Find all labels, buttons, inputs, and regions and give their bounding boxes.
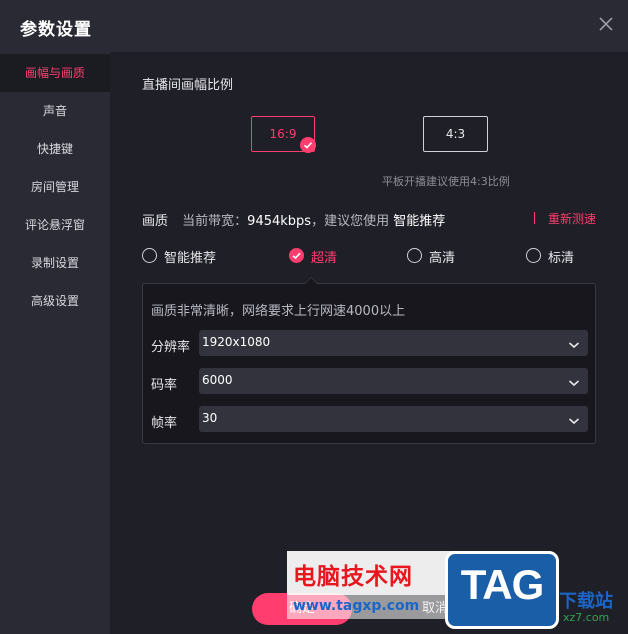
quality-label: 画质 [142,214,169,229]
radio-icon [526,248,541,263]
framerate-value: 30 [202,411,218,425]
ratio-4-3-option[interactable]: 4:3 [423,116,488,152]
aspect-ratio-title: 直播间画幅比例 [142,78,234,93]
divider [534,212,535,224]
check-icon [300,137,316,153]
framerate-label: 帧率 [151,416,178,431]
quality-option-label: 超清 [311,251,338,266]
sidebar-item-comment-overlay[interactable]: 评论悬浮窗 [0,206,110,244]
resolution-value: 1920x1080 [202,335,271,349]
resolution-label: 分辨率 [151,340,191,355]
quality-option-label: 智能推荐 [164,251,217,266]
radio-icon [142,248,157,263]
bitrate-select[interactable]: 6000 [199,368,588,394]
radio-icon [407,248,422,263]
settings-main-panel: 直播间画幅比例 16:9 4:3 平板开播建议使用4:3比例 画质 当前带宽：9… [110,52,628,634]
cancel-button[interactable]: 取消 [400,593,470,625]
quality-detail-panel: 画质非常清晰，网络要求上行网速4000以上 分辨率 1920x1080 码率 6… [142,283,596,444]
suggestion-value: 智能推荐 [393,214,446,229]
framerate-select[interactable]: 30 [199,406,588,432]
chevron-down-icon [568,374,580,387]
bandwidth-value: 9454kbps [247,214,312,229]
ratio-tip: 平板开播建议使用4:3比例 [382,175,510,188]
bitrate-label: 码率 [151,378,178,393]
quality-option-label: 标清 [548,251,575,266]
sidebar-item-display-quality[interactable]: 画幅与画质 [0,54,110,92]
ratio-16-9-label: 16:9 [269,127,297,141]
suggestion-prefix: ，建议您使用 [311,214,390,229]
ratio-4-3-label: 4:3 [445,127,466,141]
bitrate-value: 6000 [202,373,233,387]
confirm-button[interactable]: 确定 [252,593,352,625]
ratio-16-9-option[interactable]: 16:9 [251,116,316,153]
close-icon[interactable] [598,16,614,32]
retest-speed-link[interactable]: 重新测速 [548,210,596,227]
panel-pointer-fill [305,278,317,284]
radio-checked-icon [289,248,304,263]
quality-info-line: 画质 当前带宽：9454kbps，建议您使用 智能推荐 [142,210,445,229]
sidebar-item-advanced[interactable]: 高级设置 [0,282,110,320]
chevron-down-icon [568,412,580,425]
quality-option-label: 高清 [429,251,456,266]
settings-dialog: 参数设置 画幅与画质 声音 快捷键 房间管理 评论悬浮窗 录制设置 高级设置 直… [0,0,628,634]
quality-description: 画质非常清晰，网络要求上行网速4000以上 [151,304,406,319]
sidebar-item-recording[interactable]: 录制设置 [0,244,110,282]
chevron-down-icon [568,336,580,349]
dialog-title: 参数设置 [20,20,92,40]
settings-sidebar: 画幅与画质 声音 快捷键 房间管理 评论悬浮窗 录制设置 高级设置 [0,52,110,634]
bandwidth-prefix: 当前带宽： [182,214,248,229]
sidebar-item-shortcuts[interactable]: 快捷键 [0,130,110,168]
dialog-header: 参数设置 [0,0,628,52]
sidebar-item-room-management[interactable]: 房间管理 [0,168,110,206]
sidebar-item-audio[interactable]: 声音 [0,92,110,130]
resolution-select[interactable]: 1920x1080 [199,330,588,356]
